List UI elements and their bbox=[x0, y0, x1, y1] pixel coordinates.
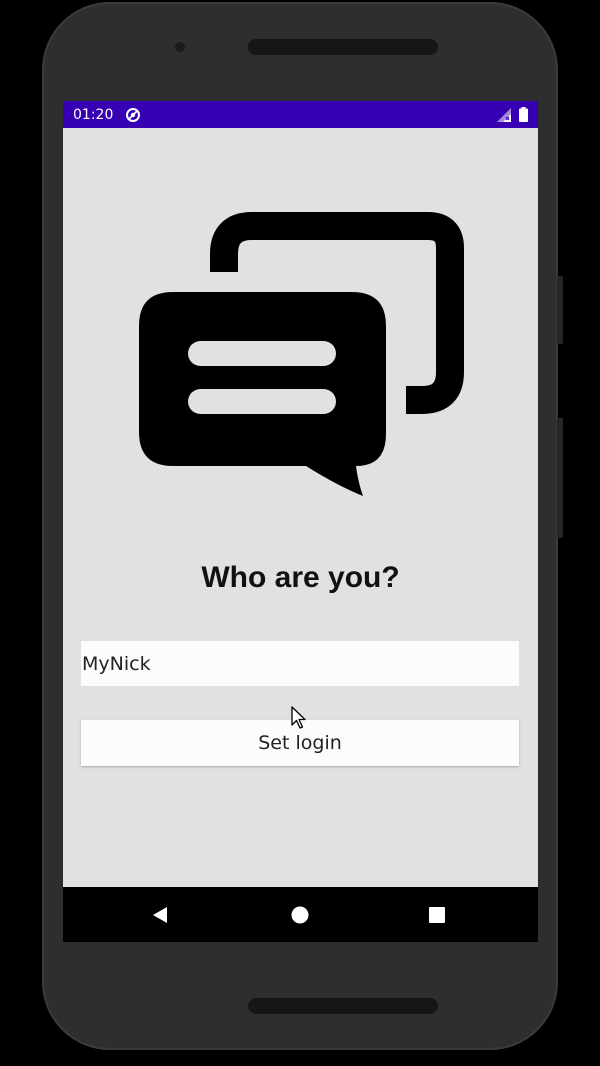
chat-bubbles-icon bbox=[139, 212, 464, 496]
status-bar: 01:20 bbox=[63, 101, 538, 128]
front-camera bbox=[175, 42, 185, 52]
battery-icon bbox=[519, 107, 528, 122]
power-button bbox=[557, 276, 563, 344]
bottom-speaker bbox=[248, 998, 438, 1014]
page-title: Who are you? bbox=[201, 561, 400, 594]
app-screen: 01:20 Who are you? Set login bbox=[63, 101, 538, 942]
volume-button bbox=[557, 418, 563, 538]
recents-icon[interactable] bbox=[423, 901, 451, 929]
signal-icon bbox=[497, 108, 511, 122]
top-speaker bbox=[248, 39, 438, 55]
mouse-cursor-icon bbox=[291, 706, 306, 729]
navigation-bar bbox=[63, 887, 538, 942]
status-time: 01:20 bbox=[73, 107, 114, 123]
back-icon[interactable] bbox=[147, 901, 175, 929]
sync-icon bbox=[126, 108, 140, 122]
nick-input[interactable] bbox=[81, 641, 519, 686]
home-icon[interactable] bbox=[286, 901, 314, 929]
